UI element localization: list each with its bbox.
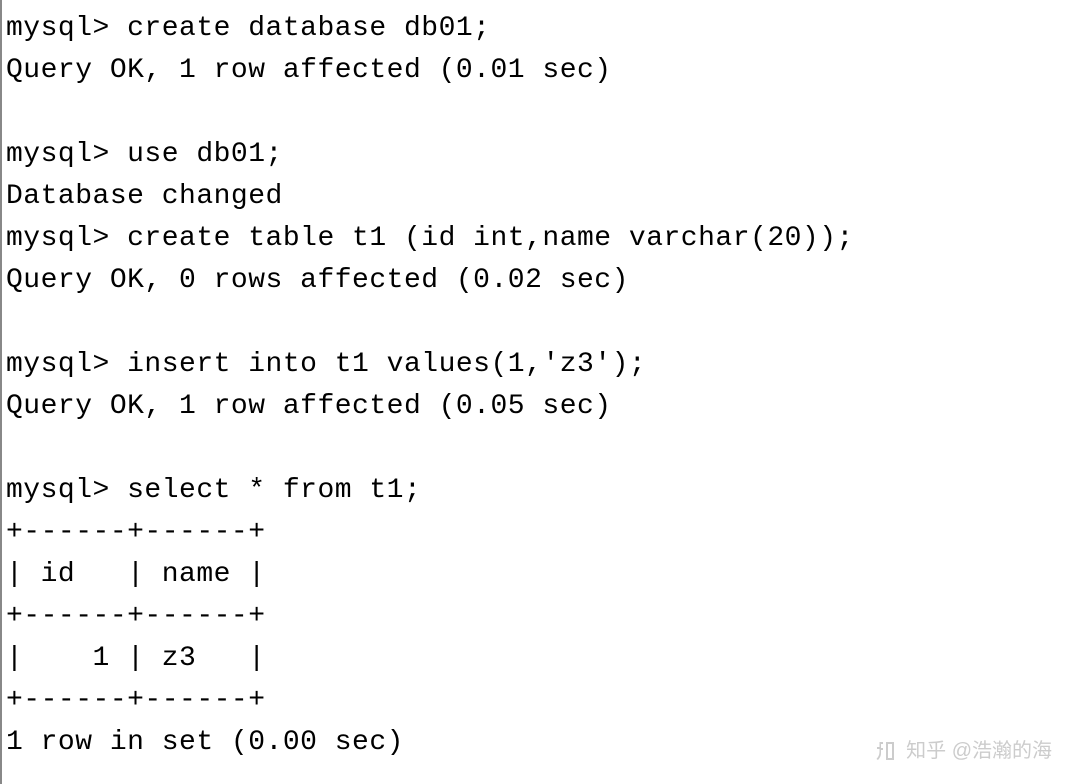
terminal-line-command: mysql> create database db01; — [6, 8, 1068, 50]
table-border: +------+------+ — [6, 680, 1068, 722]
terminal-line-output: Query OK, 1 row affected (0.01 sec) — [6, 50, 1068, 92]
terminal-line-output: Query OK, 0 rows affected (0.02 sec) — [6, 260, 1068, 302]
blank-line — [6, 428, 1068, 470]
terminal-line-command: mysql> use db01; — [6, 134, 1068, 176]
terminal-line-output: Query OK, 1 row affected (0.05 sec) — [6, 386, 1068, 428]
blank-line — [6, 92, 1068, 134]
table-row: | 1 | z3 | — [6, 638, 1068, 680]
terminal-line-output: Database changed — [6, 176, 1068, 218]
table-border: +------+------+ — [6, 512, 1068, 554]
terminal-line-command: mysql> select * from t1; — [6, 470, 1068, 512]
zhihu-icon — [874, 739, 898, 763]
table-header: | id | name | — [6, 554, 1068, 596]
watermark-text: 知乎 @浩瀚的海 — [906, 736, 1052, 766]
terminal-line-command: mysql> insert into t1 values(1,'z3'); — [6, 344, 1068, 386]
table-border: +------+------+ — [6, 596, 1068, 638]
watermark: 知乎 @浩瀚的海 — [874, 736, 1052, 766]
terminal-line-command: mysql> create table t1 (id int,name varc… — [6, 218, 1068, 260]
blank-line — [6, 302, 1068, 344]
